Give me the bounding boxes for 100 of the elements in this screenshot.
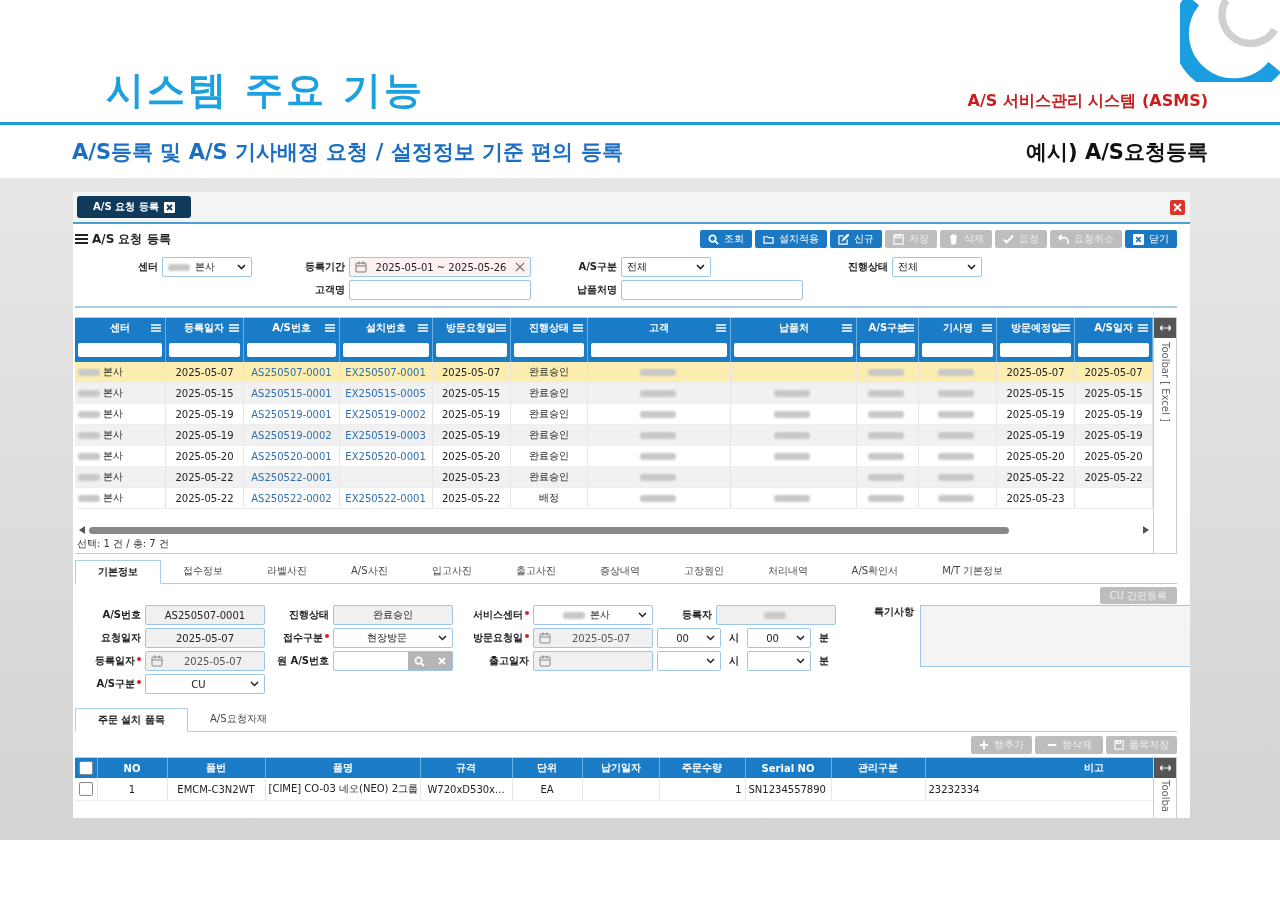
column-filter-input[interactable] (513, 343, 585, 357)
column-header[interactable]: 기사명 (918, 318, 997, 338)
date-field[interactable]: 2025-05-07 (533, 628, 653, 648)
column-header[interactable]: 고객 (587, 318, 731, 338)
menu-icon[interactable] (1059, 324, 1070, 332)
menu-icon[interactable] (495, 324, 506, 332)
detail-tab[interactable]: 처리내역 (745, 560, 830, 582)
select-all-checkbox[interactable] (79, 761, 93, 775)
hour-select[interactable] (657, 651, 721, 671)
column-filter-input[interactable] (734, 343, 854, 357)
column-header[interactable]: A/S일자 (1074, 318, 1153, 338)
detail-tab[interactable]: 고장원인 (661, 560, 746, 582)
item-tab[interactable]: A/S요청자재 (187, 708, 289, 730)
menu-icon[interactable] (716, 324, 727, 332)
toolbar-button[interactable]: 설치적용 (755, 230, 827, 248)
filter-input[interactable] (349, 280, 531, 300)
column-header[interactable]: Serial NO (745, 758, 831, 778)
column-header[interactable]: 규격 (420, 758, 512, 778)
column-header[interactable]: 납기일자 (582, 758, 659, 778)
clear-icon[interactable] (515, 262, 525, 272)
menu-icon[interactable] (229, 324, 240, 332)
column-header[interactable]: 방문요청일 (432, 318, 510, 338)
detail-tab[interactable]: 접수정보 (161, 560, 245, 582)
detail-tab[interactable]: 입고사진 (409, 560, 494, 582)
menu-icon[interactable] (573, 324, 584, 332)
item-tab[interactable]: 주문 설치 품목 (75, 708, 188, 732)
menu-icon[interactable] (842, 324, 853, 332)
column-header[interactable]: 단위 (512, 758, 582, 778)
filter-select[interactable]: 전체 (892, 257, 982, 277)
record-link[interactable]: AS250519-0001 (251, 408, 332, 420)
record-link[interactable]: EX250520-0001 (345, 450, 426, 462)
detail-tab[interactable]: A/S사진 (329, 560, 410, 582)
row-checkbox[interactable] (78, 782, 93, 796)
detail-tab[interactable]: A/S확인서 (829, 560, 921, 582)
column-header[interactable]: 품번 (167, 758, 265, 778)
minute-select[interactable]: 00 (747, 628, 811, 648)
resize-icon[interactable] (1159, 325, 1171, 331)
column-filter-input[interactable] (168, 343, 241, 357)
select-field[interactable]: 현장방문 (333, 628, 453, 648)
detail-tab[interactable]: 출고사진 (493, 560, 578, 582)
column-header[interactable]: A/S번호 (243, 318, 340, 338)
window-tab[interactable]: A/S 요청 등록 (77, 196, 191, 218)
select-field[interactable]: CU (145, 674, 265, 694)
scroll-left-icon[interactable] (79, 526, 85, 534)
column-header[interactable]: 비고 (925, 758, 1153, 778)
menu-icon[interactable] (1138, 324, 1148, 332)
filter-select[interactable]: 전체 (621, 257, 711, 277)
column-filter-input[interactable] (922, 343, 994, 357)
menu-icon[interactable] (150, 324, 161, 332)
grid-row[interactable]: 본사 2025-05-22 AS250522-0001 2025-05-23 완료승인 2025-05-22 2025-05-22 (75, 466, 1153, 488)
column-filter-input[interactable] (247, 343, 336, 357)
menu-icon[interactable] (982, 324, 993, 332)
detail-tab[interactable]: M/T 기본정보 (920, 560, 1026, 582)
toolbar-button[interactable]: 닫기 (1125, 230, 1177, 248)
column-header[interactable]: 센터 (75, 318, 166, 338)
date-range-field[interactable]: 2025-05-01 ~ 2025-05-26 (349, 257, 531, 277)
grid-row[interactable]: 본사 2025-05-19 AS250519-0001 EX250519-0002 2025-05-19 완료승인 2025-05-19 2025-05-19 (75, 403, 1153, 425)
filter-input[interactable] (621, 280, 803, 300)
column-filter-input[interactable] (860, 343, 916, 357)
minute-select[interactable] (747, 651, 811, 671)
grid-row[interactable]: 본사 2025-05-22 AS250522-0002 EX250522-0001 2025-05-22 배정 2025-05-23 (75, 487, 1153, 509)
column-header[interactable]: 진행상태 (510, 318, 588, 338)
toolbar-button[interactable]: 조회 (700, 230, 752, 248)
column-header[interactable]: 방문예정일 (996, 318, 1075, 338)
detail-tab[interactable]: 라벨사진 (245, 560, 329, 582)
column-filter-input[interactable] (435, 343, 507, 357)
search-input-field[interactable] (333, 651, 453, 671)
column-header[interactable]: 품명 (265, 758, 420, 778)
toolbar-label[interactable]: Toolba (1159, 780, 1171, 812)
column-filter-input[interactable] (591, 343, 728, 357)
detail-tab[interactable]: 증상내역 (577, 560, 662, 582)
column-header[interactable]: NO (97, 758, 167, 778)
record-link[interactable]: AS250522-0002 (251, 492, 332, 504)
record-link[interactable]: EX250519-0002 (345, 408, 426, 420)
grid-row[interactable]: 본사 2025-05-07 AS250507-0001 EX250507-0001 2025-05-07 완료승인 2025-05-07 2025-05-07 (75, 362, 1153, 383)
toolbar-button[interactable]: 신규 (830, 230, 882, 248)
menu-icon[interactable] (417, 324, 428, 332)
scroll-right-icon[interactable] (1143, 526, 1149, 534)
hour-select[interactable]: 00 (657, 628, 721, 648)
column-header[interactable]: 설치번호 (339, 318, 433, 338)
record-link[interactable]: EX250522-0001 (345, 492, 426, 504)
column-filter-input[interactable] (1077, 343, 1149, 357)
column-filter-input[interactable] (342, 343, 429, 357)
column-header[interactable]: A/S구분 (857, 318, 919, 338)
detail-tab[interactable]: 기본정보 (75, 560, 161, 584)
search-icon[interactable] (414, 655, 426, 667)
date-field[interactable] (533, 651, 653, 671)
column-header[interactable]: 주문수량 (659, 758, 745, 778)
toolbar-label[interactable]: Toolbar [ Excel ] (1159, 342, 1171, 422)
date-field[interactable]: 2025-05-07 (145, 651, 265, 671)
column-filter-input[interactable] (1000, 343, 1071, 357)
close-icon[interactable] (163, 201, 175, 213)
grid-row[interactable]: 본사 2025-05-19 AS250519-0002 EX250519-0003 2025-05-19 완료승인 2025-05-19 2025-05-19 (75, 424, 1153, 446)
record-link[interactable]: AS250520-0001 (251, 450, 332, 462)
select-field[interactable]: 본사 (533, 605, 653, 625)
resize-icon[interactable] (1159, 765, 1171, 771)
menu-icon[interactable] (324, 324, 335, 332)
column-header[interactable]: 납품처 (730, 318, 857, 338)
grid-row[interactable]: 본사 2025-05-20 AS250520-0001 EX250520-0001 2025-05-20 완료승인 2025-05-20 2025-05-20 (75, 445, 1153, 467)
column-header[interactable]: 등록일자 (165, 318, 244, 338)
